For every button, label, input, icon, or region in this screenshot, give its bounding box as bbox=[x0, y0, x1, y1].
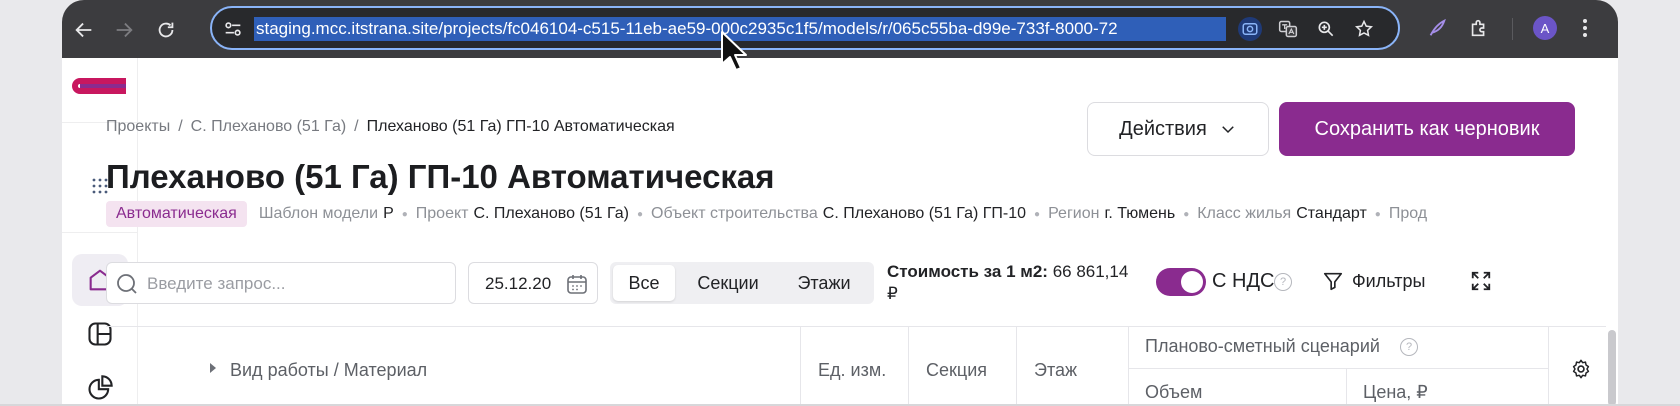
help-icon[interactable]: ? bbox=[1274, 273, 1292, 291]
cost-currency: ₽ bbox=[887, 284, 898, 303]
segment-sections[interactable]: Секции bbox=[680, 265, 776, 301]
column-divider bbox=[908, 326, 909, 406]
meta-separator-dot: ● bbox=[637, 208, 644, 220]
mouse-cursor-icon bbox=[721, 31, 747, 71]
sidebar-item-layout[interactable] bbox=[72, 308, 128, 360]
cost-per-m2: Стоимость за 1 м2: 66 861,14 ₽ bbox=[887, 261, 1147, 305]
reload-icon[interactable] bbox=[150, 14, 182, 46]
pie-chart-icon bbox=[88, 375, 113, 400]
column-header-work[interactable]: Вид работы / Материал bbox=[230, 360, 427, 381]
profile-avatar[interactable]: A bbox=[1533, 16, 1557, 40]
meta-separator-dot: ● bbox=[1183, 208, 1190, 220]
column-divider bbox=[1016, 326, 1017, 406]
google-lens-icon[interactable] bbox=[1238, 17, 1262, 41]
breadcrumb: Проекты / С. Плеханово (51 Га) / Плеханово (… bbox=[106, 118, 675, 136]
column-group-header-estimate: Планово-сметный сценарий bbox=[1145, 336, 1380, 356]
segment-floors[interactable]: Этажи bbox=[776, 265, 872, 301]
meta-separator-dot: ● bbox=[1034, 208, 1041, 220]
meta-key: Прод bbox=[1388, 205, 1428, 222]
column-header-volume[interactable]: Объем bbox=[1145, 382, 1202, 403]
app-logo bbox=[72, 78, 126, 94]
bookmark-star-icon[interactable] bbox=[1352, 17, 1376, 41]
vat-label: С НДС bbox=[1212, 270, 1275, 292]
model-meta-row: Автоматическая Шаблон модели Р ● Проект С.… bbox=[106, 200, 1536, 228]
table-settings-gear-icon[interactable] bbox=[1570, 358, 1592, 380]
calendar-icon[interactable] bbox=[565, 272, 589, 296]
search-input[interactable] bbox=[147, 272, 447, 296]
breadcrumb-item-project[interactable]: С. Плеханово (51 Га) bbox=[191, 118, 347, 135]
actions-dropdown-button[interactable]: Действия bbox=[1087, 102, 1269, 156]
fullscreen-icon[interactable] bbox=[1470, 270, 1492, 292]
meta-key: Шаблон модели bbox=[258, 205, 379, 222]
segment-all[interactable]: Все bbox=[613, 265, 675, 301]
layout-icon bbox=[88, 322, 112, 346]
meta-key: Проект bbox=[415, 205, 469, 222]
meta-separator-dot: ● bbox=[401, 208, 408, 220]
translate-icon[interactable] bbox=[1276, 17, 1300, 41]
browser-toolbar: staging.mcc.itstrana.site/projects/fc046… bbox=[62, 0, 1618, 58]
actions-label: Действия bbox=[1119, 117, 1207, 140]
meta-value: С. Плеханово (51 Га) ГП-10 bbox=[822, 205, 1027, 222]
meta-key: Регион bbox=[1048, 205, 1100, 222]
date-value: 25.12.20 bbox=[485, 274, 552, 293]
forward-icon[interactable] bbox=[108, 14, 140, 46]
breadcrumb-item-current: Плеханово (51 Га) ГП-10 Автоматическая bbox=[366, 118, 675, 135]
column-header-unit[interactable]: Ед. изм. bbox=[818, 360, 886, 381]
sidebar-divider bbox=[62, 232, 138, 233]
column-header-price[interactable]: Цена, ₽ bbox=[1363, 382, 1428, 403]
meta-value: Р bbox=[383, 205, 394, 222]
zoom-icon[interactable] bbox=[1314, 17, 1338, 41]
search-field[interactable] bbox=[106, 262, 456, 304]
extensions-puzzle-icon[interactable] bbox=[1466, 15, 1492, 41]
toggle-knob bbox=[1181, 271, 1203, 293]
kebab-menu-icon[interactable] bbox=[1572, 15, 1598, 41]
column-header-floor[interactable]: Этаж bbox=[1034, 360, 1077, 381]
filter-icon bbox=[1323, 272, 1343, 291]
toolbar-divider bbox=[1512, 18, 1513, 40]
search-icon bbox=[117, 274, 137, 294]
cost-label: Стоимость за 1 м2: bbox=[887, 262, 1048, 281]
chevron-down-icon bbox=[1222, 126, 1234, 134]
column-divider bbox=[1128, 326, 1129, 406]
help-icon[interactable]: ? bbox=[1400, 338, 1418, 356]
back-icon[interactable] bbox=[68, 14, 100, 46]
column-divider bbox=[1346, 368, 1347, 406]
meta-value: Стандарт bbox=[1296, 205, 1367, 222]
filters-button[interactable]: Фильтры bbox=[1322, 270, 1425, 292]
group-header-divider bbox=[1128, 368, 1548, 369]
column-divider bbox=[800, 326, 801, 406]
site-settings-icon[interactable] bbox=[222, 18, 244, 40]
save-draft-button[interactable]: Сохранить как черновик bbox=[1279, 102, 1575, 156]
table-top-border bbox=[106, 326, 1606, 327]
breadcrumb-separator: / bbox=[178, 118, 183, 135]
meta-value: С. Плеханово (51 Га) bbox=[473, 205, 629, 222]
breadcrumb-item-projects[interactable]: Проекты bbox=[106, 118, 170, 135]
breadcrumb-separator: / bbox=[354, 118, 359, 135]
meta-key: Объект строительства bbox=[651, 205, 818, 222]
meta-value: г. Тюмень bbox=[1104, 205, 1176, 222]
expand-caret-icon[interactable] bbox=[208, 362, 218, 374]
view-segmented-control: Все Секции Этажи bbox=[610, 262, 874, 304]
filters-label: Фильтры bbox=[1352, 270, 1426, 291]
cost-value: 66 861,14 bbox=[1052, 262, 1129, 281]
column-header-section[interactable]: Секция bbox=[926, 360, 987, 381]
date-picker[interactable]: 25.12.20 bbox=[468, 262, 598, 304]
sidebar bbox=[62, 58, 138, 406]
page-title: Плеханово (51 Га) ГП-10 Автоматическая bbox=[106, 158, 775, 195]
status-badge: Автоматическая bbox=[106, 201, 247, 227]
vat-toggle[interactable] bbox=[1156, 268, 1206, 296]
meta-key: Класс жилья bbox=[1197, 205, 1292, 222]
vertical-scrollbar[interactable] bbox=[1608, 330, 1616, 406]
meta-separator-dot: ● bbox=[1374, 208, 1381, 220]
address-bar[interactable]: staging.mcc.itstrana.site/projects/fc046… bbox=[210, 6, 1400, 50]
extension-feather-icon[interactable] bbox=[1424, 15, 1450, 41]
column-divider bbox=[1548, 326, 1549, 406]
sidebar-item-analytics[interactable] bbox=[72, 362, 128, 406]
